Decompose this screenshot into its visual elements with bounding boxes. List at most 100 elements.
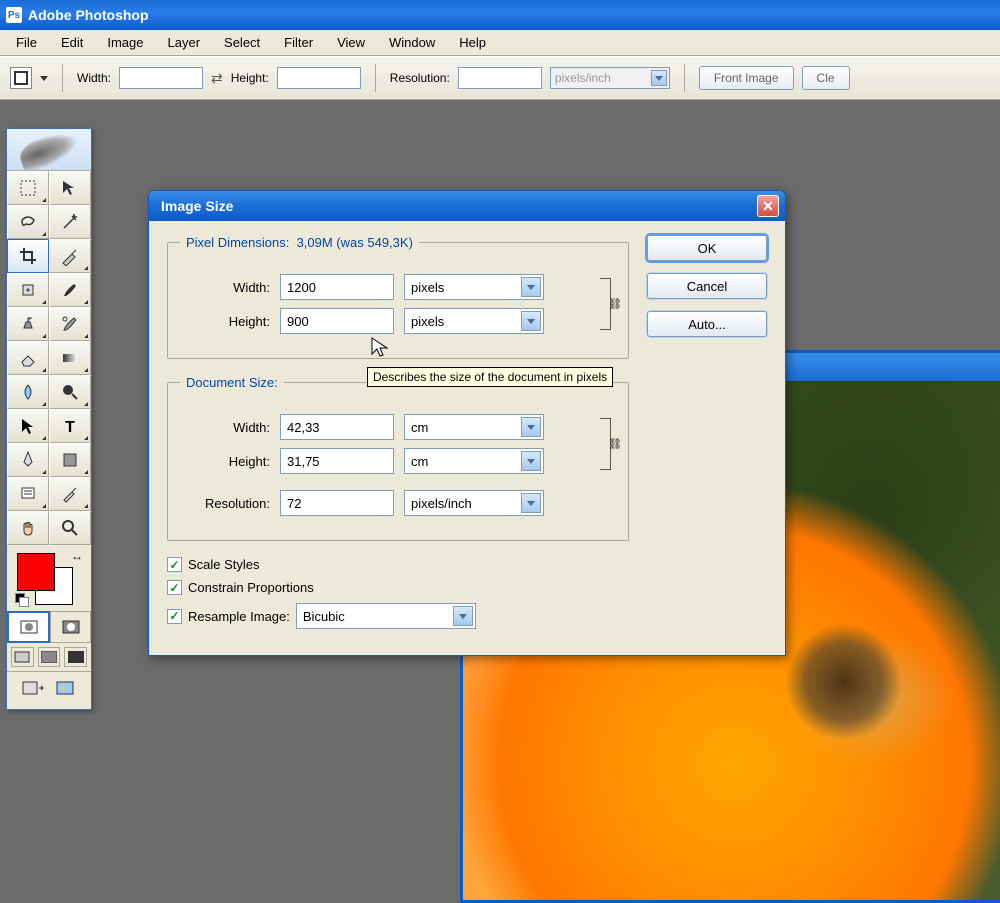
tool-shape[interactable]	[49, 443, 91, 477]
default-colors-icon[interactable]	[15, 593, 29, 607]
standard-mode-button[interactable]	[7, 611, 50, 643]
resolution-input[interactable]	[280, 490, 394, 516]
tool-pen[interactable]	[7, 443, 49, 477]
px-height-unit-select[interactable]: pixels	[404, 308, 544, 334]
document-size-group: Document Size: Width: cm Height: cm	[167, 375, 629, 541]
app-title: Adobe Photoshop	[28, 7, 149, 23]
resolution-unit-value: pixels/inch	[411, 496, 472, 511]
resolution-unit-select[interactable]: pixels/inch	[404, 490, 544, 516]
divider	[375, 64, 376, 92]
tool-preset-dropdown[interactable]	[40, 76, 48, 81]
options-bar: Width: ⇄ Height: Resolution: pixels/inch…	[0, 56, 1000, 100]
tool-type[interactable]: T	[49, 409, 91, 443]
menu-window[interactable]: Window	[377, 31, 447, 54]
scale-styles-checkbox[interactable]: ✓	[167, 557, 182, 572]
auto-button[interactable]: Auto...	[647, 311, 767, 337]
jump-to-imageready-icon[interactable]	[21, 678, 45, 703]
chevron-down-icon	[651, 70, 667, 86]
px-width-label: Width:	[180, 280, 270, 295]
px-height-unit-value: pixels	[411, 314, 444, 329]
screen-mode-full-menubar[interactable]	[38, 647, 61, 667]
opt-resolution-unit-value: pixels/inch	[555, 71, 611, 85]
dialog-titlebar[interactable]: Image Size ✕	[149, 191, 785, 221]
opt-width-input[interactable]	[119, 67, 203, 89]
tool-clone-stamp[interactable]	[7, 307, 49, 341]
opt-resolution-label: Resolution:	[390, 71, 450, 85]
tool-zoom[interactable]	[49, 511, 91, 545]
chevron-down-icon	[453, 606, 473, 626]
divider	[684, 64, 685, 92]
divider	[62, 64, 63, 92]
pixel-dimensions-size: 3,09M (was 549,3K)	[297, 235, 413, 250]
ok-button[interactable]: OK	[647, 235, 767, 261]
tools-header[interactable]	[7, 129, 91, 171]
opt-height-input[interactable]	[277, 67, 361, 89]
menu-help[interactable]: Help	[447, 31, 498, 54]
document-size-label: Document Size:	[180, 375, 284, 390]
resolution-label: Resolution:	[180, 496, 270, 511]
chevron-down-icon	[521, 493, 541, 513]
tool-path-selection[interactable]	[7, 409, 49, 443]
doc-height-label: Height:	[180, 454, 270, 469]
tool-marquee[interactable]	[7, 171, 49, 205]
swap-dimensions-icon[interactable]: ⇄	[211, 70, 223, 87]
tool-brush[interactable]	[49, 273, 91, 307]
px-width-input[interactable]	[280, 274, 394, 300]
close-button[interactable]: ✕	[757, 195, 779, 217]
scale-styles-label: Scale Styles	[188, 557, 260, 572]
doc-width-unit-value: cm	[411, 420, 428, 435]
tool-magic-wand[interactable]	[49, 205, 91, 239]
menu-file[interactable]: File	[4, 31, 49, 54]
swap-colors-icon[interactable]: ↔	[71, 549, 83, 563]
quickmask-mode-button[interactable]	[50, 611, 91, 643]
foreground-color-swatch[interactable]	[17, 553, 55, 591]
tool-blur[interactable]	[7, 375, 49, 409]
tool-gradient[interactable]	[49, 341, 91, 375]
edit-in-imageready-icon[interactable]	[53, 678, 77, 703]
tool-lasso[interactable]	[7, 205, 49, 239]
menu-image[interactable]: Image	[95, 31, 155, 54]
clear-button[interactable]: Cle	[802, 66, 850, 90]
tool-hand[interactable]	[7, 511, 49, 545]
feather-icon	[16, 125, 83, 174]
menu-layer[interactable]: Layer	[156, 31, 213, 54]
menu-view[interactable]: View	[325, 31, 377, 54]
chevron-down-icon	[521, 417, 541, 437]
px-width-unit-select[interactable]: pixels	[404, 274, 544, 300]
screen-mode-standard[interactable]	[11, 647, 34, 667]
chevron-down-icon	[521, 277, 541, 297]
doc-constrain-link: ⛓	[596, 406, 616, 482]
tool-eyedropper[interactable]	[49, 477, 91, 511]
menu-filter[interactable]: Filter	[272, 31, 325, 54]
color-picker-section: ↔	[7, 545, 91, 611]
cancel-button[interactable]: Cancel	[647, 273, 767, 299]
dialog-title: Image Size	[161, 198, 233, 214]
doc-width-unit-select[interactable]: cm	[404, 414, 544, 440]
resample-method-select[interactable]: Bicubic	[296, 603, 476, 629]
opt-resolution-unit-select[interactable]: pixels/inch	[550, 67, 670, 89]
tool-healing-brush[interactable]	[7, 273, 49, 307]
px-width-unit-value: pixels	[411, 280, 444, 295]
tool-history-brush[interactable]	[49, 307, 91, 341]
menu-select[interactable]: Select	[212, 31, 272, 54]
px-height-label: Height:	[180, 314, 270, 329]
crop-tool-icon[interactable]	[10, 67, 32, 89]
screen-mode-full[interactable]	[64, 647, 87, 667]
app-titlebar: Ps Adobe Photoshop	[0, 0, 1000, 30]
opt-height-label: Height:	[231, 71, 269, 85]
tool-notes[interactable]	[7, 477, 49, 511]
constrain-proportions-checkbox[interactable]: ✓	[167, 580, 182, 595]
menu-edit[interactable]: Edit	[49, 31, 95, 54]
tool-slice[interactable]	[49, 239, 91, 273]
tool-move[interactable]	[49, 171, 91, 205]
tool-dodge[interactable]	[49, 375, 91, 409]
doc-height-unit-select[interactable]: cm	[404, 448, 544, 474]
opt-resolution-input[interactable]	[458, 67, 542, 89]
doc-height-input[interactable]	[280, 448, 394, 474]
doc-width-input[interactable]	[280, 414, 394, 440]
px-height-input[interactable]	[280, 308, 394, 334]
front-image-button[interactable]: Front Image	[699, 66, 794, 90]
tool-crop[interactable]	[7, 239, 49, 273]
resample-image-checkbox[interactable]: ✓	[167, 609, 182, 624]
tool-eraser[interactable]	[7, 341, 49, 375]
